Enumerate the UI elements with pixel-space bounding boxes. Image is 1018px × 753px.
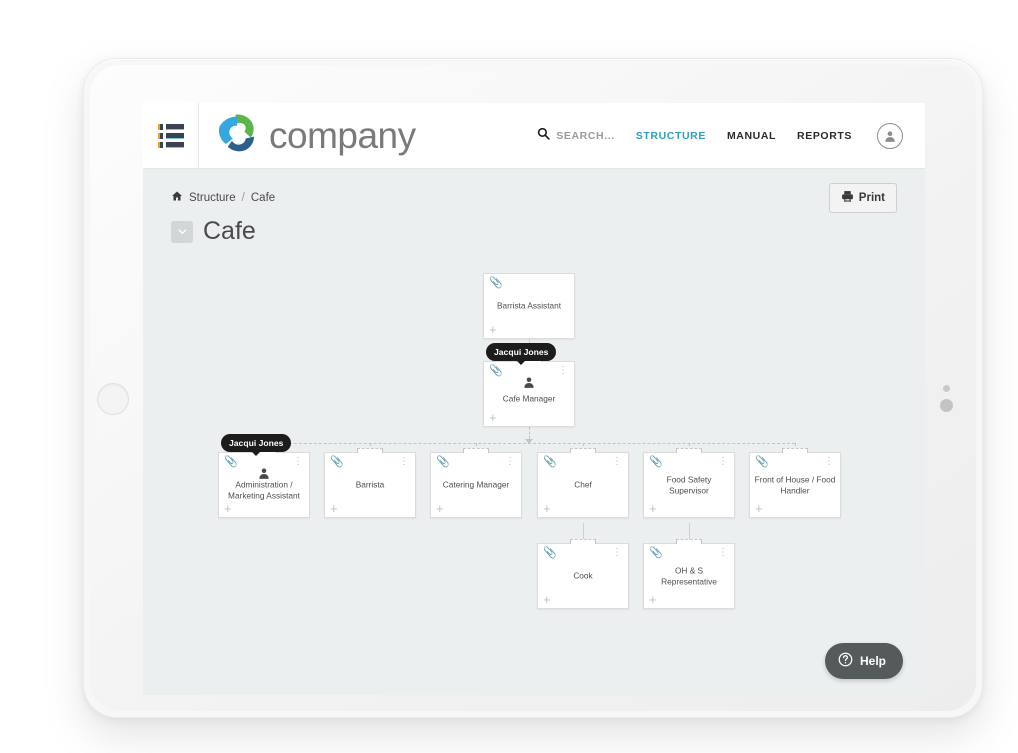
- page-title: Cafe: [203, 217, 256, 245]
- assignee-badge-administration: Jacqui Jones: [221, 434, 292, 452]
- tablet-camera-dot: [940, 399, 953, 412]
- help-button[interactable]: Help: [824, 643, 903, 679]
- plus-icon[interactable]: +: [436, 502, 444, 515]
- app-header: company SEARCH... STRUCTURE MANUAL REPOR…: [143, 103, 925, 169]
- top-navigation: SEARCH... STRUCTURE MANUAL REPORTS: [537, 122, 925, 149]
- brand-logo-link[interactable]: company: [199, 110, 416, 161]
- plus-icon[interactable]: +: [755, 502, 763, 515]
- person-icon: [523, 376, 536, 394]
- paperclip-icon[interactable]: 📎: [436, 457, 450, 468]
- paperclip-icon[interactable]: 📎: [224, 457, 238, 468]
- paperclip-icon[interactable]: 📎: [489, 366, 503, 377]
- plus-icon[interactable]: +: [649, 593, 657, 606]
- breadcrumb-separator: /: [241, 191, 245, 204]
- pinwheel-logo-icon: [214, 110, 260, 161]
- node-connector-tab: [782, 448, 808, 453]
- breadcrumb-item-structure[interactable]: Structure: [189, 192, 236, 204]
- paperclip-icon[interactable]: 📎: [543, 457, 557, 468]
- tablet-sensor-dot: [943, 385, 950, 392]
- node-connector-tab: [676, 539, 702, 544]
- search-button[interactable]: SEARCH...: [537, 127, 615, 145]
- paperclip-icon[interactable]: 📎: [649, 457, 663, 468]
- more-vertical-icon[interactable]: ⋮: [558, 366, 568, 376]
- org-node-label: Cafe Manager: [502, 393, 556, 404]
- search-placeholder: SEARCH...: [556, 129, 615, 142]
- node-connector-tab: [463, 448, 489, 453]
- more-vertical-icon[interactable]: ⋮: [612, 548, 622, 558]
- more-vertical-icon[interactable]: ⋮: [612, 457, 622, 467]
- list-menu-icon[interactable]: [143, 103, 199, 169]
- org-node-label: Front of House / Food Handler: [754, 474, 836, 495]
- question-circle-icon: [838, 652, 853, 670]
- help-button-label: Help: [859, 654, 886, 668]
- assignee-badge-cafe-manager: Jacqui Jones: [486, 343, 557, 361]
- org-node-oh-s-representative[interactable]: 📎 ⋮ OH & S Representative +: [643, 539, 735, 609]
- org-node-front-of-house-food-handler[interactable]: 📎 ⋮ Front of House / Food Handler +: [749, 448, 841, 518]
- org-node-barrista-assistant[interactable]: 📎 Barrista Assistant +: [483, 273, 575, 339]
- plus-icon[interactable]: +: [330, 502, 338, 515]
- more-vertical-icon[interactable]: ⋮: [824, 457, 834, 467]
- nav-item-structure[interactable]: STRUCTURE: [636, 130, 706, 142]
- org-node-label: OH & S Representative: [661, 565, 717, 586]
- org-node-label: Barrista Assistant: [496, 300, 562, 311]
- tablet-device-frame: company SEARCH... STRUCTURE MANUAL REPOR…: [83, 58, 983, 718]
- org-node-label: Chef: [574, 479, 592, 490]
- node-connector-tab: [570, 539, 596, 544]
- org-node-food-safety-supervisor[interactable]: 📎 ⋮ Food Safety Supervisor +: [643, 448, 735, 518]
- breadcrumb-item-cafe[interactable]: Cafe: [251, 192, 275, 204]
- print-button[interactable]: Print: [828, 183, 897, 213]
- node-connector-tab: [357, 448, 383, 453]
- org-node-label: Food Safety Supervisor: [666, 474, 712, 495]
- user-avatar-icon[interactable]: [877, 122, 903, 149]
- more-vertical-icon[interactable]: ⋮: [293, 457, 303, 467]
- more-vertical-icon[interactable]: ⋮: [718, 457, 728, 467]
- org-node-cook[interactable]: 📎 ⋮ Cook +: [537, 539, 629, 609]
- paperclip-icon[interactable]: 📎: [543, 548, 557, 559]
- brand-name: company: [269, 114, 416, 156]
- org-node-chef[interactable]: 📎 ⋮ Chef +: [537, 448, 629, 518]
- connector-children-bus: [264, 443, 795, 444]
- connector-chef-to-cook: [583, 523, 584, 540]
- more-vertical-icon[interactable]: ⋮: [718, 548, 728, 558]
- printer-icon: [841, 190, 854, 206]
- page-content: Structure / Cafe Print Cafe 📎 Barrista A…: [143, 169, 925, 695]
- plus-icon[interactable]: +: [543, 593, 551, 606]
- org-node-label: Administration / Marketing Assistant: [228, 479, 300, 501]
- org-node-administration-marketing-assistant[interactable]: 📎 ⋮ Administration / Marketing Assistant…: [218, 448, 310, 518]
- search-icon: [537, 127, 551, 145]
- breadcrumb: Structure / Cafe: [171, 190, 275, 205]
- page-title-row: Cafe: [171, 217, 256, 246]
- plus-icon[interactable]: +: [224, 502, 232, 515]
- node-connector-tab: [570, 448, 596, 453]
- org-node-catering-manager[interactable]: 📎 ⋮ Catering Manager +: [430, 448, 522, 518]
- nav-item-manual[interactable]: MANUAL: [727, 130, 776, 142]
- plus-icon[interactable]: +: [543, 502, 551, 515]
- node-connector-tab: [676, 448, 702, 453]
- org-node-barrista[interactable]: 📎 ⋮ Barrista +: [324, 448, 416, 518]
- plus-icon[interactable]: +: [649, 502, 657, 515]
- paperclip-icon[interactable]: 📎: [649, 548, 663, 559]
- org-node-cafe-manager[interactable]: 📎 ⋮ Cafe Manager +: [483, 357, 575, 427]
- org-node-label: Cook: [573, 570, 593, 581]
- paperclip-icon[interactable]: 📎: [330, 457, 344, 468]
- home-icon: [171, 190, 183, 205]
- plus-icon[interactable]: +: [489, 323, 497, 336]
- more-vertical-icon[interactable]: ⋮: [399, 457, 409, 467]
- chevron-down-icon[interactable]: [171, 220, 193, 243]
- print-button-label: Print: [858, 192, 885, 204]
- tablet-screen: company SEARCH... STRUCTURE MANUAL REPOR…: [143, 103, 925, 695]
- paperclip-icon[interactable]: 📎: [489, 278, 503, 289]
- connector-food-safety-to-ohs: [689, 523, 690, 540]
- org-node-label: Barrista: [355, 479, 385, 490]
- org-node-label: Catering Manager: [442, 479, 510, 490]
- plus-icon[interactable]: +: [489, 411, 497, 424]
- tablet-home-button[interactable]: [97, 383, 129, 415]
- paperclip-icon[interactable]: 📎: [755, 457, 769, 468]
- nav-item-reports[interactable]: REPORTS: [797, 130, 852, 142]
- more-vertical-icon[interactable]: ⋮: [505, 457, 515, 467]
- org-chart: 📎 Barrista Assistant + Jacqui Jones 📎 ⋮: [143, 265, 925, 695]
